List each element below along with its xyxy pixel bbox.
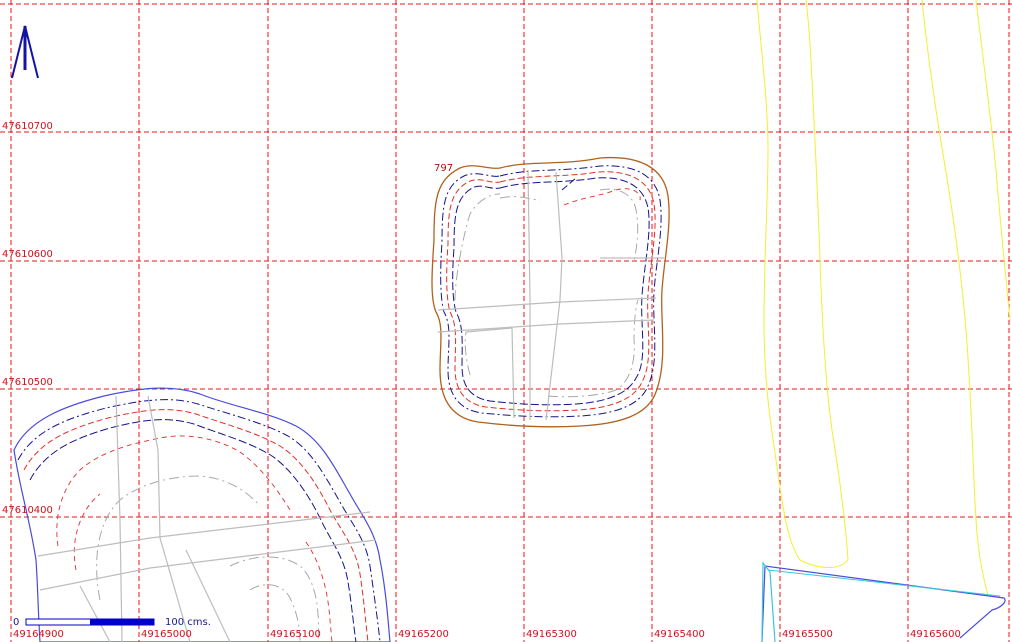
- parcel-gray-contour: [499, 196, 541, 201]
- grid-label-x: 49165600: [910, 629, 961, 640]
- parcel-797[interactable]: [431, 156, 670, 428]
- scale-bar-end-label: 100 cms.: [165, 617, 211, 628]
- parcel-path-line: [437, 319, 655, 333]
- grid-label-y: 47610600: [2, 249, 53, 260]
- parcel-dash-inner-red: [563, 188, 641, 206]
- parcel-dash-dark-red: [73, 493, 101, 571]
- grid-label-y: 47610700: [2, 121, 53, 132]
- grid-label-y: 47610500: [2, 377, 53, 388]
- parcel-path-line: [185, 549, 231, 642]
- parcel-label: 797: [434, 163, 453, 174]
- grid-label-x: 49165500: [782, 629, 833, 640]
- parcel-gray-contour: [454, 193, 501, 301]
- parcel-dash-navy: [29, 419, 357, 642]
- grid-label-x: 49165400: [654, 629, 705, 640]
- parcel-path-line: [147, 395, 191, 642]
- north-arrow-icon: [11, 25, 39, 79]
- yellow-contour-line: [756, 0, 849, 568]
- parcel-outline[interactable]: [431, 156, 670, 428]
- parcel-path-line: [465, 327, 515, 419]
- scale-bar-start-label: 0: [13, 617, 19, 628]
- parcel-dash-red: [23, 409, 369, 642]
- grid: [0, 0, 1012, 642]
- parcel-dash-dark-red: [56, 435, 291, 547]
- blue-parcel-outline[interactable]: [13, 387, 391, 642]
- grid-label-x: 49165000: [141, 629, 192, 640]
- parcel-gray-contour: [464, 331, 471, 376]
- cyan-boundary-line: [767, 569, 1001, 597]
- parcel-path-line: [527, 169, 531, 420]
- grid-label-x: 49164900: [13, 629, 64, 640]
- map-canvas[interactable]: 0 100 cms. 47610700 47610600 47610500 47…: [0, 0, 1012, 642]
- yellow-contours: [756, 0, 1011, 596]
- parcel-path-line: [79, 585, 111, 642]
- grid-label-x: 49165100: [270, 629, 321, 640]
- yellow-contour-line: [975, 0, 1011, 321]
- parcel-gray-contour: [547, 299, 639, 398]
- scale-bar: 0 100 cms.: [13, 617, 211, 628]
- grid-labels-y: 47610700 47610600 47610500 47610400: [2, 121, 53, 516]
- parcel-path-line: [115, 395, 123, 642]
- parcel-path-line: [545, 171, 563, 421]
- parcel-path-line: [437, 297, 657, 311]
- map-drawing: 0 100 cms. 47610700 47610600 47610500 47…: [0, 0, 1012, 642]
- grid-labels-x: 49164900 49165000 49165100 49165200 4916…: [13, 629, 961, 640]
- parcel-dash-dark-red: [305, 541, 333, 642]
- grid-label-x: 49165300: [526, 629, 577, 640]
- scale-bar-fill: [90, 619, 154, 625]
- parcel-gray-contour: [599, 188, 639, 263]
- yellow-contour-line: [921, 0, 989, 596]
- parcel-dash-inner-blue: [561, 177, 577, 191]
- parcel-dash-blue: [17, 399, 381, 642]
- parcel-bottom-left[interactable]: [13, 387, 391, 642]
- grid-label-x: 49165200: [398, 629, 449, 640]
- parcel-dash-navy: [452, 177, 650, 406]
- grid-label-y: 47610400: [2, 505, 53, 516]
